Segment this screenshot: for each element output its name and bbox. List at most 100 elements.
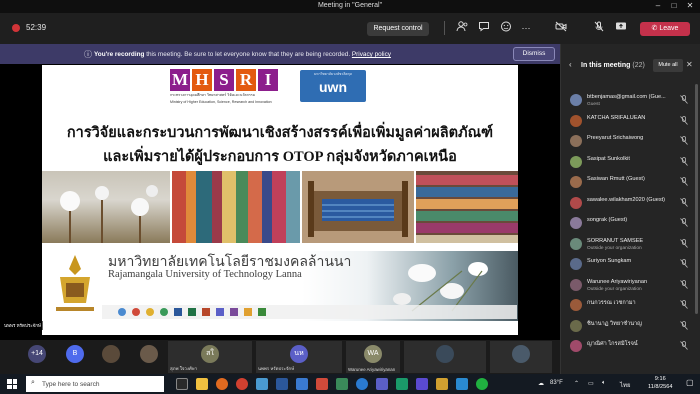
notification-icon[interactable]: ▢ xyxy=(686,378,694,387)
more-icon[interactable]: ⋯ xyxy=(519,21,533,35)
participant-name: ญาณิศา ไกรสมิโรจน์ xyxy=(587,341,638,347)
mic-off-icon xyxy=(680,136,688,146)
uwn-logo: มหาวิทยาลัยวงษ์ชวลิตกุล uwn xyxy=(300,70,366,102)
video-strip: +14 B สใ สุภพ ใจวงศ์ษา นห นพพร หรัดประจักษ์ WA… xyxy=(0,340,560,374)
participant-row[interactable]: Sasiwan Rmutt (Guest) xyxy=(561,174,700,194)
dismiss-button[interactable]: Dismiss xyxy=(513,47,555,61)
video-tile[interactable]: นห นพพร หรัดประจักษ์ xyxy=(256,341,342,373)
language-indicator[interactable]: ไทย xyxy=(620,380,631,390)
leave-label: Leave xyxy=(659,25,679,32)
presenter-taskbar xyxy=(102,305,517,319)
participant-row[interactable]: Preeyarut Srichaiwong xyxy=(561,133,700,153)
app-icon[interactable] xyxy=(416,378,428,390)
university-name-en: Rajamangala University of Technology Lan… xyxy=(108,269,302,280)
avatar xyxy=(436,345,454,363)
logo-letter: M xyxy=(170,69,190,91)
participant-row[interactable]: Sasipat Sunkolkit xyxy=(561,154,700,174)
mail-icon[interactable] xyxy=(296,378,308,390)
panel-title-text: In this meeting xyxy=(581,62,631,69)
recording-notice: You're recording this meeting. Be sure t… xyxy=(94,51,391,58)
minimize-button[interactable]: – xyxy=(652,1,664,11)
avatar xyxy=(570,319,582,332)
system-clock[interactable]: 9:16 11/8/2564 xyxy=(648,376,672,391)
participants-icon[interactable] xyxy=(455,21,469,35)
participant-row[interactable]: SORRANUT SAMSEE Outside your organization xyxy=(561,236,700,256)
chat-icon[interactable] xyxy=(477,21,491,35)
participant-name: sawalee.wilakham2020 (Guest) xyxy=(587,196,666,203)
file-explorer-icon[interactable] xyxy=(196,378,208,390)
network-icon[interactable]: ▭ xyxy=(588,380,594,387)
avatar xyxy=(570,196,582,209)
mic-off-icon xyxy=(680,95,688,105)
app-icon[interactable] xyxy=(336,378,348,390)
close-window-button[interactable]: ✕ xyxy=(684,1,696,11)
university-emblem xyxy=(52,253,98,315)
participant-row[interactable]: ญาณิศา ไกรสมิโรจน์ xyxy=(561,338,700,358)
avatar xyxy=(570,176,582,188)
participant-row[interactable]: sawalee.wilakham2020 (Guest) xyxy=(561,195,700,215)
participant-row[interactable]: btbenjamas@gmail.com (Gue... Guest xyxy=(561,92,700,112)
video-tile[interactable]: สใ สุภพ ใจวงศ์ษา xyxy=(168,341,252,373)
chrome-icon[interactable] xyxy=(236,378,248,390)
presenter-name-tag: นพพร หรัดประจักษ์ xyxy=(2,321,43,330)
panel-header: ‹ In this meeting (22) Mute all ✕ xyxy=(561,58,700,74)
participant-row[interactable]: KATCHA SRIFALUEAN xyxy=(561,113,700,133)
mic-off-icon[interactable] xyxy=(592,21,606,35)
cotton-photo xyxy=(42,171,170,243)
participant-row[interactable]: songrak (Guest) xyxy=(561,215,700,235)
chevron-left-icon[interactable]: ‹ xyxy=(569,60,572,69)
toolbar-divider xyxy=(444,21,445,35)
camera-off-icon[interactable] xyxy=(554,21,568,35)
app-icon[interactable] xyxy=(396,378,408,390)
video-tile[interactable] xyxy=(96,341,126,373)
uwn-logo-text: uwn xyxy=(319,79,347,95)
video-tile[interactable]: WA Warunee Ariyawiriyanan xyxy=(346,341,400,373)
logo-letter: I xyxy=(258,69,278,91)
request-control-button[interactable]: Request control xyxy=(367,22,429,36)
chevron-up-icon[interactable]: ⌃ xyxy=(574,380,579,387)
taskbar-search[interactable]: ⌕ Type here to search xyxy=(26,376,164,392)
avatar xyxy=(570,299,582,311)
panel-scrollbar[interactable] xyxy=(695,84,698,314)
participants-panel: ‹ In this meeting (22) Mute all ✕ btbenj… xyxy=(560,44,700,374)
participant-row[interactable]: Warunee Ariyawiriyanan Outside your organ… xyxy=(561,277,700,297)
video-tile[interactable]: B xyxy=(60,341,90,373)
avatar xyxy=(512,345,530,363)
leave-button[interactable]: ✆ Leave xyxy=(640,22,690,36)
participant-row[interactable]: กนกวรรณ เวชกามา xyxy=(561,297,700,317)
task-view-icon[interactable] xyxy=(176,378,188,390)
maximize-button[interactable]: □ xyxy=(668,1,680,11)
video-tile[interactable] xyxy=(404,341,486,373)
reactions-icon[interactable] xyxy=(499,21,513,35)
participant-row[interactable]: ชินานาฏ วิทยาชำนาญ xyxy=(561,318,700,338)
loom-photo xyxy=(302,171,414,243)
participant-row[interactable]: Suriyon Sungkam xyxy=(561,256,700,276)
video-tile[interactable] xyxy=(490,341,552,373)
video-tile[interactable]: +14 xyxy=(22,341,52,373)
logo-subtitle-en: Ministry of Higher Education, Science, R… xyxy=(170,99,272,104)
share-icon[interactable] xyxy=(614,21,628,35)
windows-start-icon[interactable] xyxy=(7,379,17,389)
edge-icon[interactable] xyxy=(356,378,368,390)
app-icon[interactable] xyxy=(436,378,448,390)
line-icon[interactable] xyxy=(476,378,488,390)
shared-screen: M H S R I กระทรวงการอุดมศึกษา วิทยาศาสตร… xyxy=(0,64,560,340)
volume-icon[interactable]: 🔈︎ xyxy=(602,380,606,387)
logo-letter: H xyxy=(192,69,212,91)
app-icon[interactable] xyxy=(256,378,268,390)
mute-all-button[interactable]: Mute all xyxy=(653,59,683,72)
meeting-toolbar: 52:39 Request control ⋯ ✆ Leave xyxy=(0,13,700,43)
slide-title-line2: และเพิ่มรายได้ผู้ประกอบการ OTOP กลุ่มจัง… xyxy=(103,149,457,165)
search-icon: ⌕ xyxy=(31,379,35,386)
close-icon[interactable]: ✕ xyxy=(686,60,693,69)
word-icon[interactable] xyxy=(276,378,288,390)
teams-icon[interactable] xyxy=(376,378,388,390)
app-icon[interactable] xyxy=(316,378,328,390)
mic-off-icon xyxy=(680,218,688,228)
privacy-policy-link[interactable]: Privacy policy xyxy=(352,51,391,58)
video-tile[interactable] xyxy=(134,341,164,373)
firefox-icon[interactable] xyxy=(216,378,228,390)
app-icon[interactable] xyxy=(456,378,468,390)
avatar xyxy=(570,114,582,127)
avatar xyxy=(570,340,582,352)
